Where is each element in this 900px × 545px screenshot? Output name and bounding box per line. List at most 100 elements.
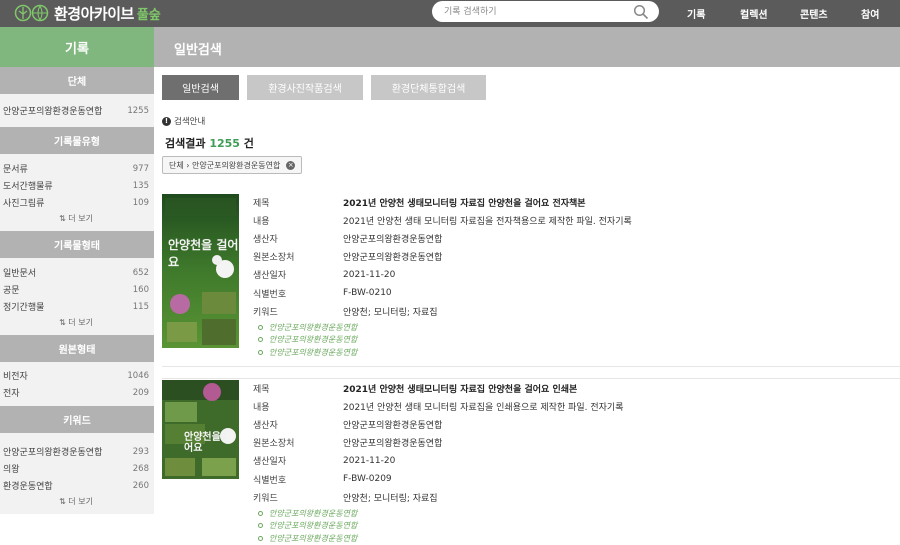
facet-item-count: 160 [132,284,149,295]
field-row-content: 내용 2021년 안양천 생태 모니터링 자료집을 전자책용으로 제작한 파일. … [253,211,632,229]
facet-item-label: 전자 [3,389,20,399]
facet-head-keyword: 키워드 [0,406,154,433]
facet-item-label: 공문 [3,286,20,296]
facet-item[interactable]: 공문 160 [3,281,149,298]
cover-thumbnail[interactable]: 안양천을 걸어요 [162,380,239,479]
facet-item-label: 안양군포의왕환경운동연합 [3,107,103,117]
result-suffix: 건 [243,137,254,150]
filter-chip: 단체 › 안양군포의왕환경운동연합 × [162,156,303,174]
bullet-icon [258,349,263,355]
facet-item[interactable]: 전자 209 [3,384,149,401]
record-title-link[interactable]: 2021년 안양천 생태모니터링 자료집 안양천을 걸어요 인쇄본 [343,382,577,395]
search-guide-link[interactable]: ! 검색안내 [162,115,205,127]
nav-contents[interactable]: 콘텐츠 [800,0,828,27]
related-link[interactable]: 안양군포의왕환경운동연합 [258,334,357,347]
tab-general-search[interactable]: 일반검색 [162,75,239,100]
field-row-title: 제목 2021년 안양천 생태모니터링 자료집 안양천을 걸어요 전자책본 [253,193,632,211]
field-label: 키워드 [253,493,278,504]
bullet-icon [258,523,263,529]
page-title: 일반검색 [174,43,222,58]
logo[interactable]: 환경아카이브 풀숲 [14,3,161,23]
facet-item[interactable]: 정기간행물 115 [3,298,149,315]
field-value: 안양군포의왕환경운동연합 [343,234,443,245]
facet-item[interactable]: 사진그림류 109 [3,194,149,211]
facet-item-label: 안양군포의왕환경운동연합 [3,448,103,458]
field-row-keyword: 키워드 안양천; 모니터링; 자료집 [253,488,624,506]
nav-collection[interactable]: 컬렉션 [740,0,768,27]
field-label: 식별번호 [253,289,287,300]
tab-org-search[interactable]: 환경단체통합검색 [371,75,486,100]
field-value: 안양군포의왕환경운동연합 [343,439,443,450]
cover-title: 안양천을 걸어요 [184,432,234,454]
facet-list-organization: 안양군포의왕환경운동연합 1255 [0,94,154,127]
field-row-keyword: 키워드 안양천; 모니터링; 자료집 [253,302,632,320]
related-link-label: 안양군포의왕환경운동연합 [269,347,358,357]
facet-item[interactable]: 일반문서 652 [3,264,149,281]
record-title-link[interactable]: 2021년 안양천 생태모니터링 자료집 안양천을 걸어요 전자책본 [343,196,586,209]
more-button[interactable]: ⇅ 더 보기 [3,211,149,227]
field-label: 생산자 [253,420,278,431]
field-value: 안양군포의왕환경운동연합 [343,253,443,264]
facet-item[interactable]: 안양군포의왕환경운동연합 293 [3,443,149,460]
related-link[interactable]: 안양군포의왕환경운동연합 [258,321,357,334]
search-input[interactable] [444,4,624,19]
close-icon[interactable]: × [286,160,296,170]
field-value: 안양천; 모니터링; 자료집 [343,307,438,318]
facet-item[interactable]: 의왕 268 [3,460,149,477]
search-box [432,1,659,22]
search-icon[interactable] [633,4,649,20]
related-link[interactable]: 안양군포의왕환경운동연합 [258,346,357,359]
bullet-icon [258,337,263,343]
field-row-producer: 생산자 안양군포의왕환경운동연합 [253,229,632,247]
related-link-label: 안양군포의왕환경운동연합 [269,508,358,518]
main-header: 일반검색 [154,27,900,67]
divider [162,366,900,367]
facet-item-label: 사진그림류 [3,199,45,209]
more-button[interactable]: ⇅ 더 보기 [3,494,149,510]
more-button[interactable]: ⇅ 더 보기 [3,315,149,331]
tab-photo-search[interactable]: 환경사진작품검색 [247,75,363,100]
search-guide-label: 검색안내 [174,117,206,127]
facet-list-record-form: 일반문서 652 공문 160 정기간행물 115 ⇅ 더 보기 [0,258,154,335]
record-fields: 제목 2021년 안양천 생태모니터링 자료집 안양천을 걸어요 인쇄본 내용 20… [253,379,624,506]
field-value: 안양군포의왕환경운동연합 [343,420,443,431]
facet-item[interactable]: 안양군포의왕환경운동연합 1255 [3,102,149,119]
facet-item[interactable]: 비전자 1046 [3,367,149,384]
bullet-icon [258,535,263,541]
field-row-date: 생산일자 2021-11-20 [253,452,624,470]
facet-item[interactable]: 문서류 977 [3,160,149,177]
cover-image-icon [162,380,239,479]
field-row-title: 제목 2021년 안양천 생태모니터링 자료집 안양천을 걸어요 인쇄본 [253,379,624,397]
top-bar: 환경아카이브 풀숲 기록 컬렉션 콘텐츠 참여 [0,0,900,27]
field-row-date: 생산일자 2021-11-20 [253,266,632,284]
exclamation-icon: ! [162,116,171,126]
related-link[interactable]: 안양군포의왕환경운동연합 [258,520,357,533]
facet-item-count: 652 [132,267,149,278]
filter-chip-label: 단체 › 안양군포의왕환경운동연합 [169,160,281,170]
facet-item-label: 도서간행물류 [3,182,53,192]
related-links: 안양군포의왕환경운동연합 안양군포의왕환경운동연합 안양군포의왕환경운동연합 [258,321,357,359]
nav-participate[interactable]: 참여 [861,0,879,27]
field-label: 식별번호 [253,475,287,486]
field-label: 원본소장처 [253,253,295,264]
field-row-id: 식별번호 F-BW-0210 [253,284,632,302]
nav-records[interactable]: 기록 [687,0,705,27]
facet-item-count: 115 [132,301,149,312]
result-prefix: 검색결과 [165,137,206,150]
facet-item-label: 문서류 [3,165,28,175]
cover-thumbnail[interactable]: 안양천을 걸어요 [162,194,239,348]
logo-mark-icon [14,4,49,22]
facet-item-count: 1255 [127,105,149,116]
logo-text: 환경아카이브 [54,4,134,23]
related-link[interactable]: 안양군포의왕환경운동연합 [258,507,357,520]
field-label: 원본소장처 [253,439,295,450]
facet-item[interactable]: 환경운동연합 260 [3,477,149,494]
record-fields: 제목 2021년 안양천 생태모니터링 자료집 안양천을 걸어요 전자책본 내용 2… [253,193,632,320]
field-value: 안양천; 모니터링; 자료집 [343,493,438,504]
field-value: F-BW-0210 [343,288,392,299]
facet-list-keyword: 안양군포의왕환경운동연합 293 의왕 268 환경운동연합 260 ⇅ 더 보… [0,433,154,514]
related-link[interactable]: 안양군포의왕환경운동연합 [258,532,357,545]
sidebar: 기록 단체 안양군포의왕환경운동연합 1255 기록물유형 문서류 977 도서… [0,27,154,545]
facet-item[interactable]: 도서간행물류 135 [3,177,149,194]
field-value: 2021년 안양천 생태 모니터링 자료집을 인쇄용으로 제작한 파일. 전자기… [343,402,624,413]
